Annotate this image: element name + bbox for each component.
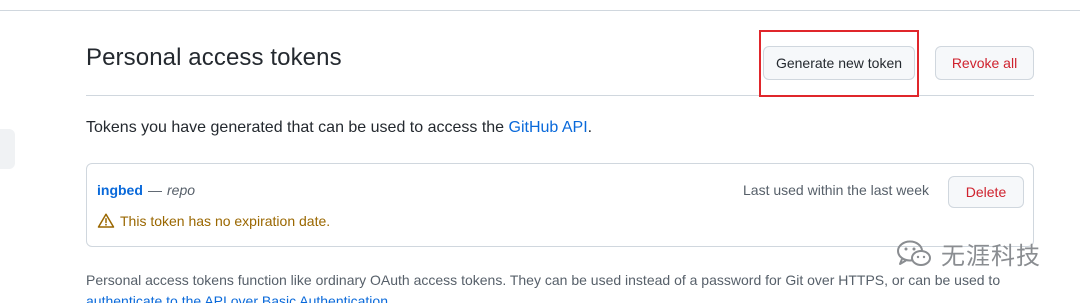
token-name-link[interactable]: ingbed <box>97 182 143 198</box>
page-title: Personal access tokens <box>86 44 342 71</box>
token-scope: repo <box>167 182 196 198</box>
revoke-all-button[interactable]: Revoke all <box>935 46 1034 80</box>
basic-auth-link[interactable]: authenticate to the API over Basic Authe… <box>86 293 392 303</box>
github-api-link[interactable]: GitHub API <box>509 119 588 136</box>
watermark-text: 无涯科技 <box>941 242 1041 270</box>
delete-token-button[interactable]: Delete <box>948 176 1024 208</box>
intro-period: . <box>587 119 593 136</box>
watermark: 无涯科技 <box>895 236 1041 271</box>
sidebar-tab[interactable] <box>0 129 15 169</box>
token-separator: — <box>148 182 162 198</box>
annotation-highlight <box>759 30 919 97</box>
alert-triangle-icon <box>97 213 115 228</box>
intro-paragraph: Tokens you have generated that can be us… <box>86 119 592 137</box>
top-divider <box>0 10 1080 11</box>
footer-description: Personal access tokens function like ord… <box>86 272 1001 288</box>
warning-text: This token has no expiration date. <box>120 213 331 229</box>
expiration-warning: This token has no expiration date. <box>97 212 330 230</box>
intro-text: Tokens you have generated that can be us… <box>86 119 509 136</box>
token-list-item: ingbed — repo Last used within the last … <box>86 163 1034 247</box>
token-last-used: Last used within the last week <box>743 182 929 198</box>
wechat-icon <box>897 240 931 266</box>
